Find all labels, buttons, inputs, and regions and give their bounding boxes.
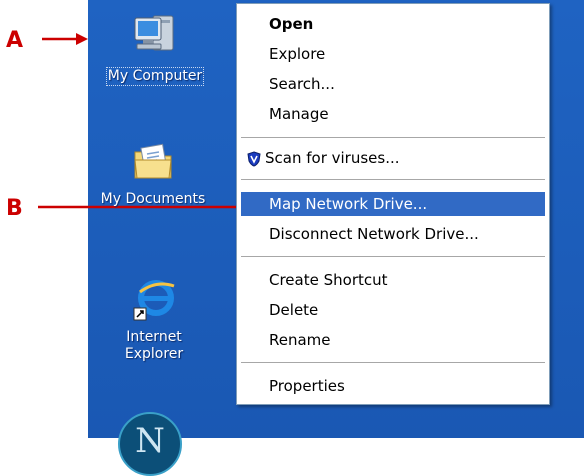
menu-item-open[interactable]: Open [241,12,545,36]
menu-item-rename[interactable]: Rename [241,328,545,352]
menu-item-explore[interactable]: Explore [241,42,545,66]
menu-item-properties[interactable]: Properties [241,374,545,398]
desktop-icon-internet-explorer[interactable]: Internet Explorer [104,276,204,363]
desktop-icon-label: My Documents [100,191,206,207]
annotation-arrow-a [42,33,88,45]
menu-item-search[interactable]: Search... [241,72,545,96]
annotation-label-a: A [6,28,24,53]
menu-item-manage[interactable]: Manage [241,102,545,126]
desktop-icon-label: My Computer [105,67,205,86]
folder-icon [134,143,172,179]
menu-separator [241,179,545,181]
annotation-label-b: B [6,196,23,221]
menu-item-scan-for-viruses[interactable]: Scan for viruses... [241,146,545,170]
shield-icon [247,150,261,167]
menu-item-label: Scan for viruses... [265,149,400,167]
menu-separator [241,362,545,364]
menu-item-map-network-drive[interactable]: Map Network Drive... [241,192,545,216]
menu-item-delete[interactable]: Delete [241,298,545,322]
internet-explorer-icon [133,280,175,321]
netscape-icon[interactable]: N [118,412,182,476]
context-menu: Open Explore Search... Manage Scan for v… [236,3,550,405]
desktop-icon-label-line2: Explorer [124,346,184,362]
computer-icon [134,15,174,51]
desktop-icon-my-documents[interactable]: My Documents [88,138,218,208]
menu-item-create-shortcut[interactable]: Create Shortcut [241,268,545,292]
desktop-icon-label-line1: Internet [126,329,182,345]
menu-item-disconnect-network-drive[interactable]: Disconnect Network Drive... [241,222,545,246]
menu-separator [241,256,545,258]
desktop-icon-my-computer[interactable]: My Computer [94,10,216,86]
menu-separator [241,137,545,139]
